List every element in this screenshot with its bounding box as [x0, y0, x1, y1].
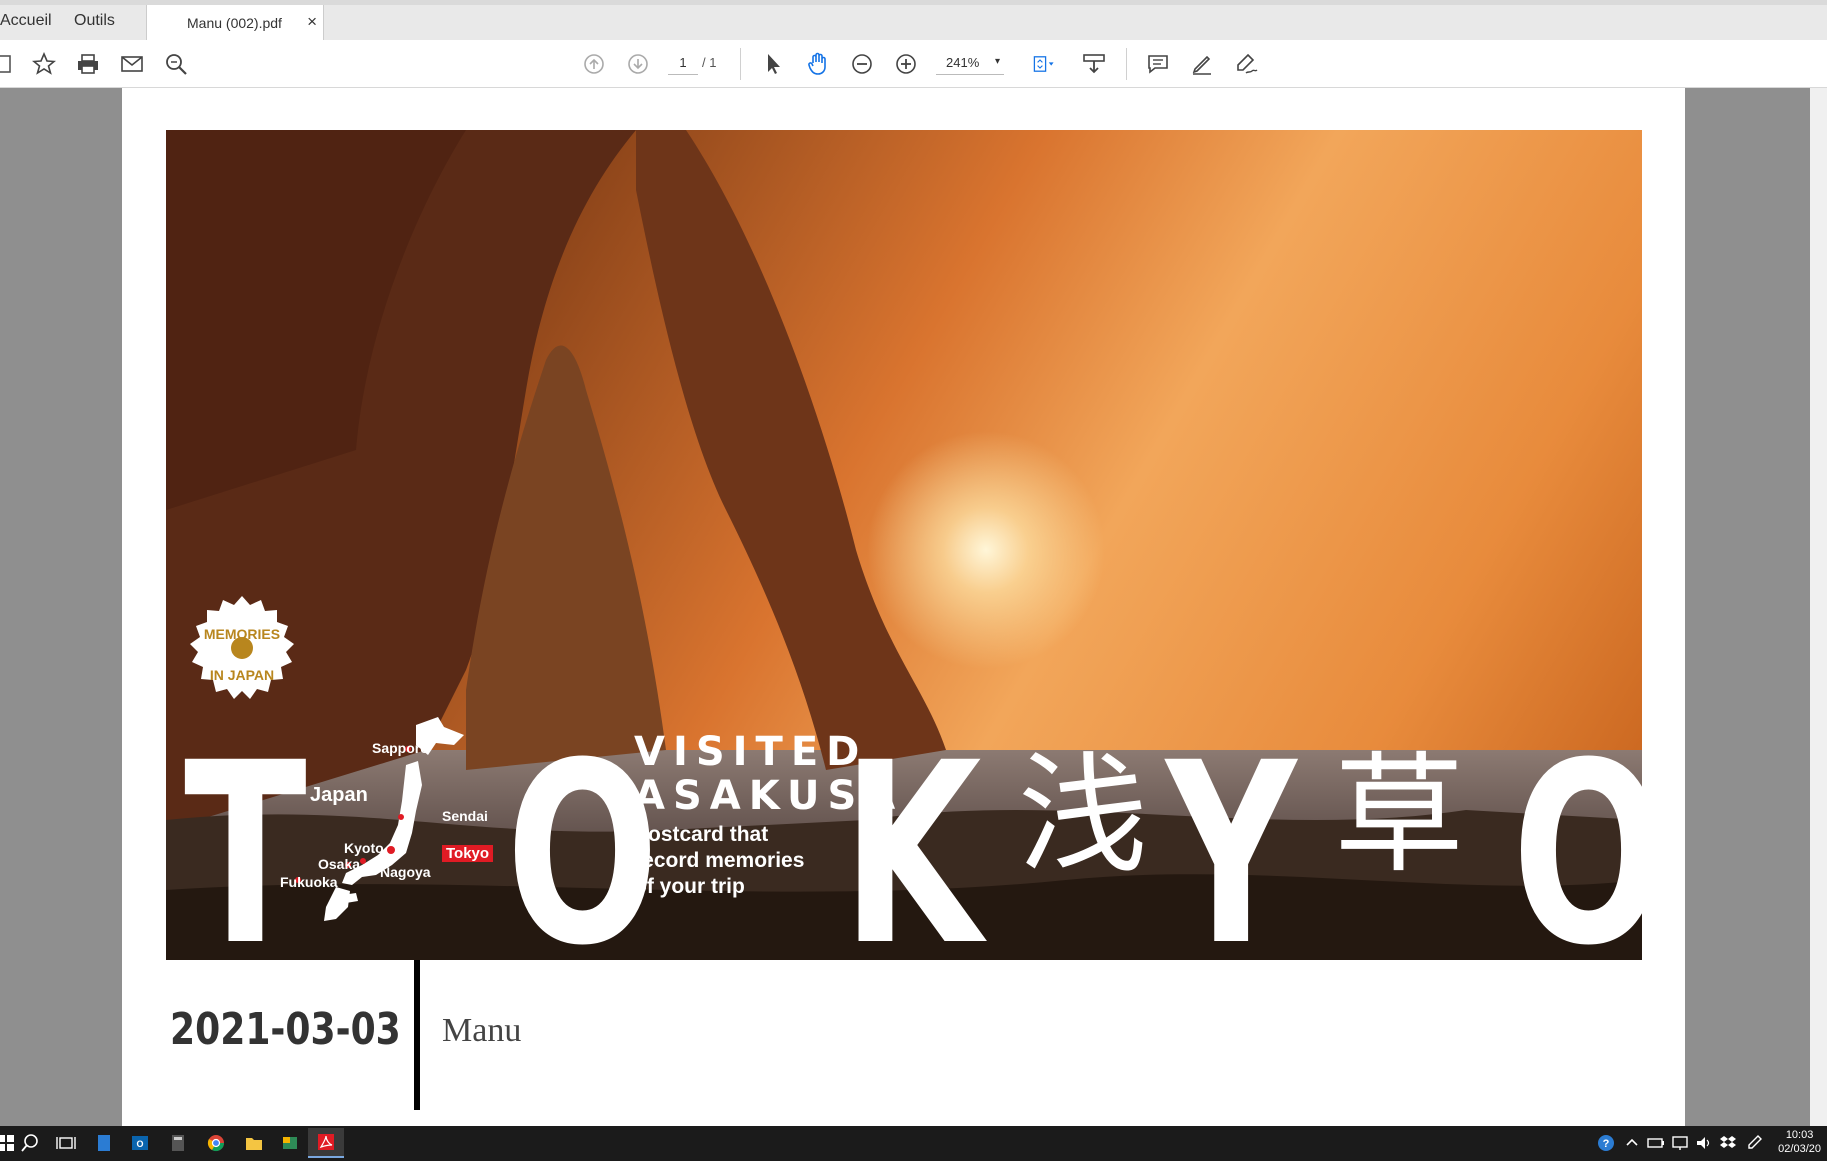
close-tab-icon[interactable]: × [307, 12, 317, 32]
tab-home[interactable]: Accueil [0, 12, 52, 30]
dropbox-icon[interactable] [1716, 1131, 1740, 1155]
previous-page-icon[interactable] [580, 50, 608, 78]
city-label: Nagoya [380, 864, 431, 880]
title-letter: O [1512, 730, 1642, 961]
tab-tools[interactable]: Outils [74, 12, 115, 30]
app-icon[interactable] [278, 1131, 302, 1155]
acrobat-reader-icon[interactable] [308, 1128, 344, 1158]
city-label: Kyoto [344, 840, 384, 856]
toolbar-divider [740, 48, 741, 80]
vertical-scrollbar[interactable] [1810, 88, 1827, 1126]
map-title: Japan [310, 784, 368, 806]
document-viewport[interactable]: MEMORIES IN JAPAN T O K Y O 浅 草 Japan [0, 88, 1827, 1126]
badge-text-bottom: IN JAPAN [209, 667, 275, 683]
tab-bar: Accueil Outils Manu (002).pdf × [0, 0, 1827, 41]
tab-document-label: Manu (002).pdf [187, 15, 282, 31]
chevron-down-icon: ▾ [994, 56, 1000, 67]
document-app-icon[interactable] [92, 1131, 116, 1155]
city-label: Sapporo [372, 740, 429, 756]
zoom-level-dropdown[interactable]: 241% ▾ [936, 52, 1004, 75]
email-icon[interactable] [118, 50, 146, 78]
postcard-name: Manu [442, 1012, 522, 1049]
search-icon[interactable] [162, 50, 190, 78]
memories-badge [190, 596, 294, 699]
volume-icon[interactable] [1692, 1131, 1716, 1155]
svg-text:?: ? [1603, 1138, 1610, 1150]
clock-date: 02/03/20 [1778, 1143, 1821, 1155]
postcard-date: 2021-03-03 [170, 1004, 401, 1055]
highlight-pen-icon[interactable] [1188, 50, 1216, 78]
visited-line: VISITED [634, 729, 868, 775]
kanji-kusa: 草 [1334, 739, 1465, 891]
divider [414, 960, 420, 1110]
start-icon[interactable] [0, 1131, 18, 1155]
save-icon[interactable] [0, 50, 16, 78]
zoom-level-value: 241% [946, 55, 980, 70]
task-view-icon[interactable] [54, 1131, 78, 1155]
next-page-icon[interactable] [624, 50, 652, 78]
bookmark-star-icon[interactable] [30, 50, 58, 78]
zoom-out-icon[interactable] [848, 50, 876, 78]
title-letter: Y [1166, 709, 1297, 961]
postcard-photo: MEMORIES IN JAPAN T O K Y O 浅 草 Japan [166, 130, 1642, 960]
file-explorer-icon[interactable] [242, 1131, 266, 1155]
chrome-icon[interactable] [204, 1131, 228, 1155]
help-icon[interactable]: ? [1594, 1131, 1618, 1155]
toolbar-divider [1126, 48, 1127, 80]
city-label: Fukuoka [280, 874, 338, 890]
page-number-input[interactable]: 1 [668, 52, 698, 75]
city-label: Osaka [318, 856, 361, 872]
search-icon[interactable] [18, 1131, 42, 1155]
outlook-icon[interactable]: O [128, 1131, 152, 1155]
city-label: Sendai [442, 808, 488, 824]
zoom-in-icon[interactable] [892, 50, 920, 78]
select-cursor-icon[interactable] [760, 50, 788, 78]
postcard-tagline: Postcard that record memories of your tr… [634, 823, 805, 898]
clock[interactable]: 10:03 02/03/20 [1778, 1128, 1821, 1156]
network-icon[interactable] [1668, 1131, 1692, 1155]
kanji-asa: 浅 [1018, 739, 1149, 891]
toolbar: 1 / 1 241% ▾ [0, 40, 1827, 88]
taskbar: O ? 10:03 02/03/20 [0, 1126, 1827, 1161]
hand-tool-icon[interactable] [804, 50, 832, 78]
print-icon[interactable] [74, 50, 102, 78]
fit-page-icon[interactable] [1026, 50, 1062, 78]
sign-icon[interactable] [1232, 50, 1260, 78]
calculator-icon[interactable] [166, 1131, 190, 1155]
pen-icon[interactable] [1742, 1131, 1766, 1155]
badge-text-top: MEMORIES [203, 626, 281, 642]
scroll-mode-icon[interactable] [1080, 50, 1108, 78]
japan-map-icon [295, 717, 464, 921]
visited-line: ASAKUSA [634, 773, 904, 819]
city-label-tokyo: Tokyo [442, 845, 494, 862]
comment-icon[interactable] [1144, 50, 1172, 78]
chevron-up-icon[interactable] [1620, 1131, 1644, 1155]
page-total: / 1 [702, 55, 717, 70]
clock-time: 10:03 [1785, 1129, 1814, 1141]
battery-icon [1644, 1131, 1668, 1155]
tab-document[interactable]: Manu (002).pdf × [146, 5, 324, 41]
pdf-page: MEMORIES IN JAPAN T O K Y O 浅 草 Japan [122, 88, 1685, 1126]
svg-text:O: O [136, 1139, 143, 1149]
visited-heading: VISITED ASAKUSA [634, 730, 903, 818]
